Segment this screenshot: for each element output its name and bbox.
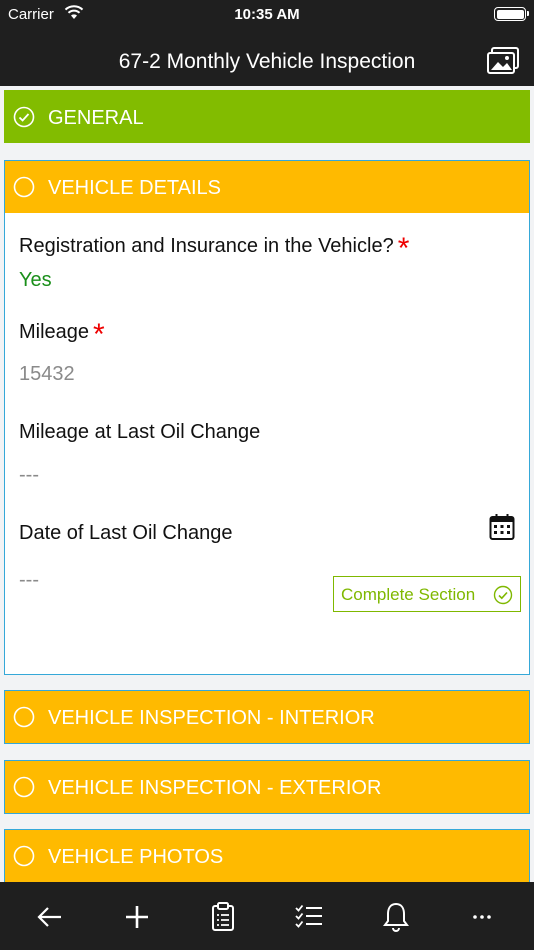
clipboard-icon[interactable] <box>206 900 240 934</box>
section-interior-title: VEHICLE INSPECTION - INTERIOR <box>48 707 375 729</box>
required-asterisk: * <box>397 232 410 265</box>
section-general-title: GENERAL <box>48 107 144 129</box>
plus-icon[interactable] <box>120 900 154 934</box>
section-general-header[interactable]: GENERAL <box>5 91 529 143</box>
section-exterior-header[interactable]: VEHICLE INSPECTION - EXTERIOR <box>5 761 529 813</box>
check-circle-icon <box>13 106 35 128</box>
empty-circle-icon <box>13 176 35 198</box>
navigation-bar: 67-2 Monthly Vehicle Inspection <box>0 30 534 86</box>
form-content[interactable]: GENERAL VEHICLE DETAILS Registration and… <box>0 86 534 882</box>
section-vehicle-details-title: VEHICLE DETAILS <box>48 177 222 199</box>
empty-circle-icon <box>13 845 35 867</box>
complete-section-button[interactable]: Complete Section <box>333 576 521 612</box>
registration-label-text: Registration and Insurance in the Vehicl… <box>19 235 394 257</box>
date-last-oil-label: Date of Last Oil Change <box>19 522 233 544</box>
image-gallery-icon[interactable] <box>486 46 520 76</box>
mileage-label: Mileage * <box>19 319 105 350</box>
registration-value[interactable]: Yes <box>19 269 52 292</box>
complete-section-label: Complete Section <box>341 585 476 604</box>
back-arrow-icon[interactable] <box>33 900 67 934</box>
mileage-last-oil-label: Mileage at Last Oil Change <box>19 421 261 443</box>
section-exterior[interactable]: VEHICLE INSPECTION - EXTERIOR <box>4 760 530 814</box>
section-photos[interactable]: VEHICLE PHOTOS <box>4 829 530 882</box>
section-interior-header[interactable]: VEHICLE INSPECTION - INTERIOR <box>5 691 529 743</box>
bottom-toolbar <box>0 882 534 950</box>
mileage-last-oil-input[interactable]: --- <box>19 464 39 487</box>
section-exterior-title: VEHICLE INSPECTION - EXTERIOR <box>48 777 382 799</box>
empty-circle-icon <box>13 706 35 728</box>
calendar-icon[interactable] <box>489 513 515 541</box>
status-bar: Carrier 10:35 AM <box>0 0 534 30</box>
section-interior[interactable]: VEHICLE INSPECTION - INTERIOR <box>4 690 530 744</box>
clock: 10:35 AM <box>234 6 300 23</box>
empty-circle-icon <box>13 776 35 798</box>
check-circle-icon <box>493 585 513 605</box>
mileage-label-text: Mileage <box>19 321 90 343</box>
mileage-input[interactable]: 15432 <box>19 363 75 386</box>
date-last-oil-input[interactable]: --- <box>19 569 39 592</box>
more-icon[interactable] <box>465 900 499 934</box>
battery-icon <box>494 7 529 21</box>
section-general[interactable]: GENERAL <box>4 90 530 143</box>
section-photos-title: VEHICLE PHOTOS <box>48 846 224 868</box>
bell-icon[interactable] <box>379 900 413 934</box>
section-photos-header[interactable]: VEHICLE PHOTOS <box>5 830 529 882</box>
section-vehicle-details-header[interactable]: VEHICLE DETAILS <box>5 161 529 213</box>
required-asterisk: * <box>93 318 105 351</box>
section-vehicle-details: VEHICLE DETAILS Registration and Insuran… <box>4 160 530 675</box>
page-title: 67-2 Monthly Vehicle Inspection <box>118 50 416 73</box>
checklist-icon[interactable] <box>292 900 326 934</box>
registration-label: Registration and Insurance in the Vehicl… <box>19 233 409 264</box>
